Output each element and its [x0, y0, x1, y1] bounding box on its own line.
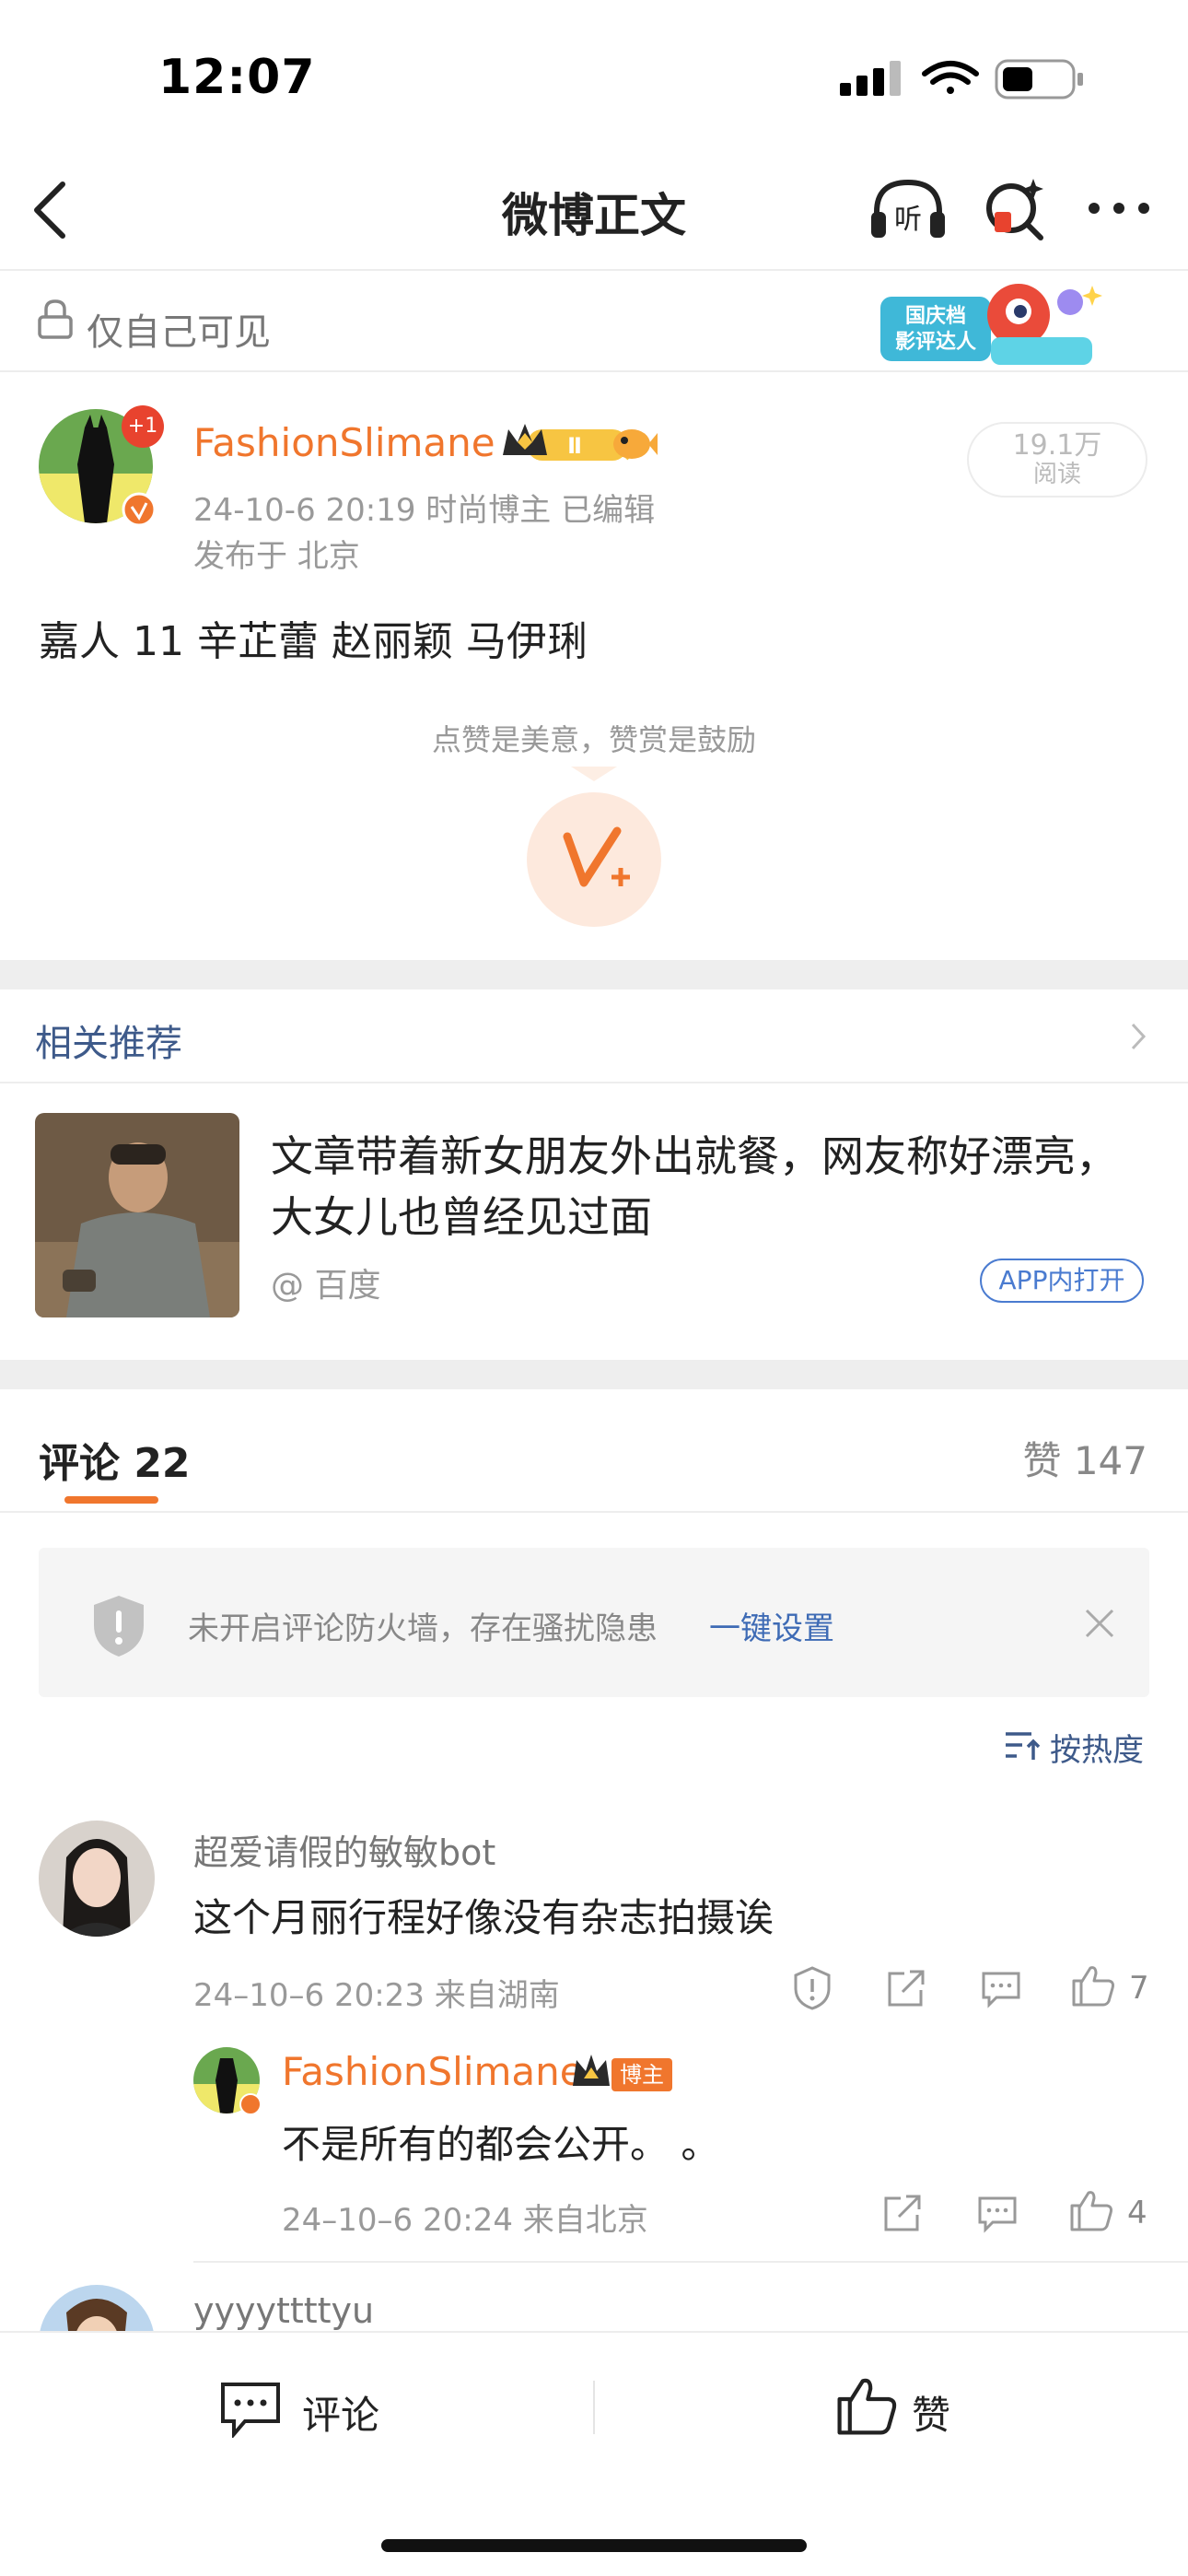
like-button[interactable]: [1070, 1962, 1116, 2008]
headphones-icon: 听: [871, 179, 945, 238]
member-level: Ⅱ: [567, 433, 582, 459]
author-badge: 博主: [611, 2058, 672, 2091]
related-thumbnail[interactable]: [35, 1113, 239, 1317]
reward-v-icon: [563, 826, 630, 887]
reply-like-button[interactable]: [1068, 2187, 1114, 2233]
sort-icon[interactable]: [1004, 1730, 1041, 1762]
comment-text: 这个月丽行程好像没有杂志拍摄诶: [193, 1895, 775, 1940]
wifi-icon: [922, 61, 979, 94]
listen-label: 听: [894, 204, 922, 236]
reward-button[interactable]: [527, 792, 661, 927]
report-icon: [794, 1966, 831, 2010]
bottom-divider: [593, 2381, 595, 2434]
tab-likes[interactable]: 赞 147: [921, 1430, 1147, 1486]
thumbs-up-icon: [1070, 2191, 1112, 2231]
cellular-signal-icon: [840, 61, 901, 96]
bottom-like-icon[interactable]: [834, 2373, 899, 2438]
share-button[interactable]: [886, 1968, 926, 2008]
close-notice-button[interactable]: [1083, 1607, 1116, 1640]
search-sparkle-icon: [986, 179, 1043, 240]
bottom-comment-icon[interactable]: [219, 2381, 282, 2438]
related-title: 相关推荐: [35, 1023, 182, 1065]
comment-meta: 24–10–6 20:23 来自湖南: [193, 1977, 560, 2014]
comment-divider: [193, 2261, 1188, 2263]
bottom-like-button[interactable]: 赞: [912, 2384, 950, 2441]
commenter-name[interactable]: 超爱请假的敏敏bot: [193, 1824, 495, 1875]
report-button[interactable]: [792, 1966, 833, 2010]
author-name[interactable]: FashionSlimane: [193, 420, 495, 465]
more-button[interactable]: [1087, 201, 1151, 216]
reply-text: 不是所有的都会公开。 。: [282, 2122, 720, 2167]
read-label: 阅读: [1032, 461, 1081, 488]
bottom-comment-button[interactable]: 评论: [302, 2384, 379, 2441]
avatar-notification-badge: +1: [122, 405, 164, 448]
fish-icon: [611, 422, 658, 464]
ai-search-button[interactable]: [982, 175, 1048, 243]
prompt-pointer: [571, 765, 617, 783]
tab-indicator: [64, 1496, 158, 1504]
commenter-name[interactable]: yyyyttttyu: [193, 2290, 374, 2331]
reply-reply-button[interactable]: [976, 2195, 1019, 2233]
reply-share-button[interactable]: [882, 2193, 923, 2233]
related-headline[interactable]: 文章带着新女朋友外出就餐，网友称好漂亮，大女儿也曾经见过面: [271, 1126, 1155, 1247]
reply-like-count: 4: [1127, 2195, 1147, 2231]
post-body: 嘉人 11 辛芷蕾 赵丽颖 马伊琍: [39, 618, 588, 665]
lock-icon: [37, 299, 74, 339]
post-meta: 24-10-6 20:19 时尚博主 已编辑: [193, 492, 656, 529]
battery-icon: [995, 59, 1083, 100]
reply-button[interactable]: [980, 1970, 1022, 2008]
related-divider: [0, 1082, 1188, 1083]
verified-badge-icon: [122, 492, 157, 527]
comment-icon: [982, 1972, 1020, 2008]
sort-by-hot[interactable]: 按热度: [1050, 1725, 1144, 1770]
open-in-app-button[interactable]: APP内打开: [980, 1259, 1144, 1303]
close-icon: [1085, 1609, 1114, 1638]
firewall-setup-link[interactable]: 一键设置: [709, 1603, 834, 1648]
read-count-pill: 19.1万 阅读: [967, 422, 1147, 498]
section-gap: [0, 960, 1188, 989]
visibility-divider: [0, 370, 1188, 372]
status-icons: [840, 57, 1089, 103]
event-badge[interactable]: 国庆档 影评达人: [871, 275, 1111, 376]
section-gap: [0, 1360, 1188, 1389]
tabs-divider: [0, 1511, 1188, 1513]
commenter-avatar[interactable]: [39, 1821, 155, 1937]
event-badge-line2: 影评达人: [895, 331, 976, 354]
nav-divider: [0, 269, 1188, 271]
crown-icon: [569, 2051, 613, 2091]
tab-comments[interactable]: 评论 22: [39, 1430, 191, 1489]
related-chevron-right-icon[interactable]: [1129, 1021, 1147, 1052]
reward-prompt: 点赞是美意，赞赏是鼓励: [431, 722, 756, 757]
status-time: 12:07: [158, 50, 316, 105]
post-location: 发布于 北京: [193, 538, 360, 575]
reply-avatar[interactable]: [193, 2047, 263, 2117]
like-count: 7: [1129, 1970, 1149, 2007]
event-badge-line1: 国庆档: [905, 304, 966, 328]
share-icon: [888, 1970, 925, 2007]
more-dots-icon: [1089, 203, 1149, 214]
reply-author-name[interactable]: FashionSlimane: [282, 2049, 584, 2094]
visibility-label: 仅自己可见: [87, 311, 271, 354]
reply-meta: 24–10–6 20:24 来自北京: [282, 2202, 648, 2239]
share-icon: [884, 2195, 921, 2231]
home-indicator: [381, 2539, 807, 2552]
read-count: 19.1万: [1012, 429, 1102, 462]
related-source: @ 百度: [271, 1267, 381, 1305]
shield-alert-icon: [90, 1594, 147, 1658]
thumbs-up-icon: [1072, 1966, 1114, 2007]
listen-button[interactable]: 听: [869, 177, 947, 241]
firewall-text: 未开启评论防火墙，存在骚扰隐患: [188, 1610, 658, 1647]
comment-icon: [978, 2196, 1017, 2233]
